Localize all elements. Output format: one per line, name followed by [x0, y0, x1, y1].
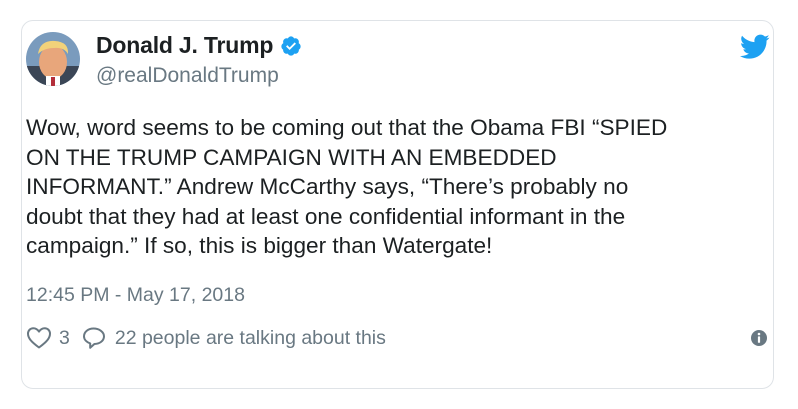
tweet-header: Donald J. Trump @realDonaldTrump [26, 32, 302, 86]
display-name[interactable]: Donald J. Trump [96, 34, 273, 57]
conversation-label: 22 people are talking about this [114, 326, 386, 349]
user-info: Donald J. Trump @realDonaldTrump [96, 33, 302, 86]
tweet-text: Wow, word seems to be coming out that th… [26, 115, 668, 259]
avatar-image [26, 32, 80, 86]
like-count: 3 [59, 326, 70, 349]
tweet-timestamp[interactable]: 12:45 PM - May 17, 2018 [26, 284, 245, 307]
handle[interactable]: @realDonaldTrump [96, 65, 302, 86]
name-row: Donald J. Trump [96, 33, 302, 59]
speech-bubble-icon [82, 326, 107, 350]
avatar[interactable] [26, 32, 80, 86]
verified-badge-icon [280, 35, 302, 57]
conversation-link[interactable]: 22 people are talking about this [82, 326, 386, 350]
like-button[interactable]: 3 [26, 326, 70, 350]
heart-icon [26, 326, 52, 350]
tweet-actions: 3 22 people are talking about this [26, 326, 386, 350]
info-icon[interactable] [750, 329, 768, 347]
twitter-bird-icon[interactable] [739, 34, 770, 60]
